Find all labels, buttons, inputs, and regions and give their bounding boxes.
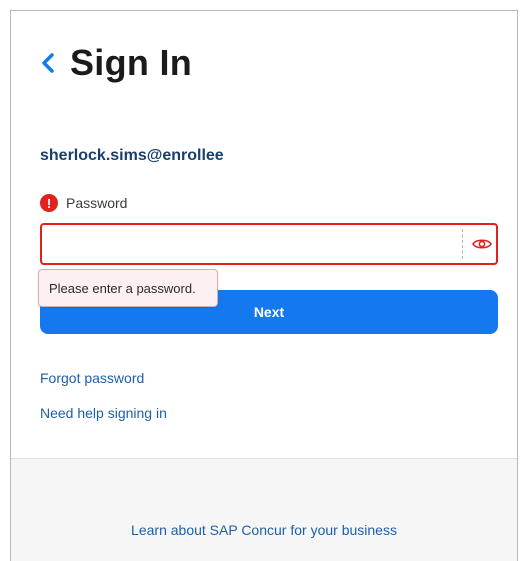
password-input[interactable]: [42, 225, 460, 263]
chevron-left-icon: [42, 53, 54, 73]
eye-icon: [472, 239, 492, 249]
back-button[interactable]: [40, 43, 62, 83]
password-error-tooltip: Please enter a password.: [38, 269, 218, 307]
sign-in-header: Sign In: [40, 42, 192, 84]
page-title: Sign In: [70, 42, 193, 83]
footer: Learn about SAP Concur for your business: [11, 458, 517, 561]
account-email: sherlock.sims@enrollee: [40, 147, 224, 164]
password-field: [40, 223, 498, 265]
learn-about-sap-concur-link[interactable]: Learn about SAP Concur for your business: [11, 522, 517, 538]
need-help-link[interactable]: Need help signing in: [40, 405, 167, 421]
password-label-row: ! Password: [40, 194, 127, 212]
forgot-password-link[interactable]: Forgot password: [40, 370, 144, 386]
password-label: Password: [66, 195, 128, 211]
error-icon: !: [40, 194, 58, 212]
field-divider: [462, 229, 464, 259]
show-password-button[interactable]: [470, 230, 494, 258]
